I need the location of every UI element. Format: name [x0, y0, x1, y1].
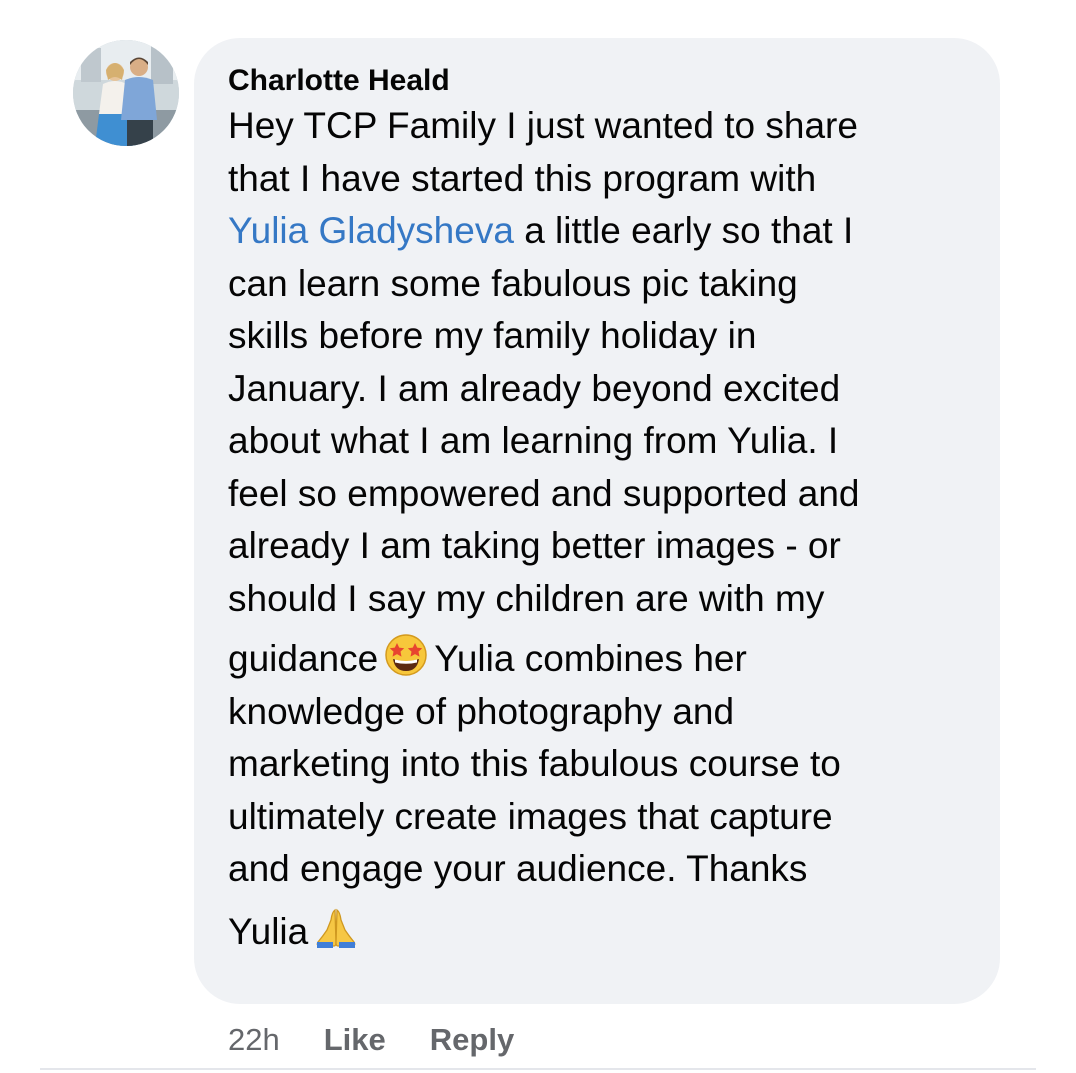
mention-link[interactable]: Yulia Gladysheva	[228, 210, 514, 251]
folded-hands-emoji-icon	[314, 906, 358, 950]
comment-line: feel so empowered and supported and	[228, 472, 860, 514]
comment-line: should I say my children are with my	[228, 577, 825, 619]
comment-line: guidance Yulia combines her	[228, 633, 980, 686]
comment-line: already I am taking better images - or	[228, 525, 841, 566]
comment-line: marketing into this fabulous course to	[228, 743, 841, 784]
comment-line: skills before my family holiday in	[228, 315, 757, 356]
comment-line: Hey TCP Family I just wanted to share	[228, 105, 858, 146]
comment-text: Hey TCP Family I just wanted to share th…	[228, 100, 980, 958]
comment-line-text: guidance	[228, 638, 379, 679]
comment-line: January. I am already beyond excited	[228, 367, 841, 409]
comment-line-text: Yulia combines her	[434, 638, 747, 679]
comment-actions: 22h Like Reply	[228, 1020, 558, 1060]
comment-line: knowledge of photography and	[228, 690, 735, 732]
comment-line: ultimately create images that capture	[228, 795, 833, 837]
profile-photo	[73, 40, 179, 146]
avatar[interactable]	[73, 40, 179, 146]
like-button[interactable]: Like	[324, 1020, 386, 1060]
comment-line: about what I am learning from Yulia. I	[228, 420, 839, 461]
comment-line-text: a little early so that I	[524, 210, 854, 251]
divider	[40, 1068, 1036, 1070]
comment-bubble: Charlotte Heald Hey TCP Family I just wa…	[194, 38, 1000, 1004]
comment-line: Yulia Gladysheva a little early so that …	[228, 205, 980, 258]
comment-line-text: Yulia	[228, 910, 309, 952]
comment-timestamp[interactable]: 22h	[228, 1020, 280, 1060]
comment-author-name[interactable]: Charlotte Heald	[228, 63, 980, 99]
comment-container: Charlotte Heald Hey TCP Family I just wa…	[0, 0, 1076, 1073]
comment-line: and engage your audience. Thanks	[228, 848, 808, 889]
reply-button[interactable]: Reply	[430, 1020, 514, 1060]
comment-line: Yulia	[228, 906, 980, 959]
comment-line: that I have started this program with	[228, 157, 817, 199]
star-struck-emoji-icon	[384, 633, 428, 677]
comment-line: can learn some fabulous pic taking	[228, 262, 798, 304]
